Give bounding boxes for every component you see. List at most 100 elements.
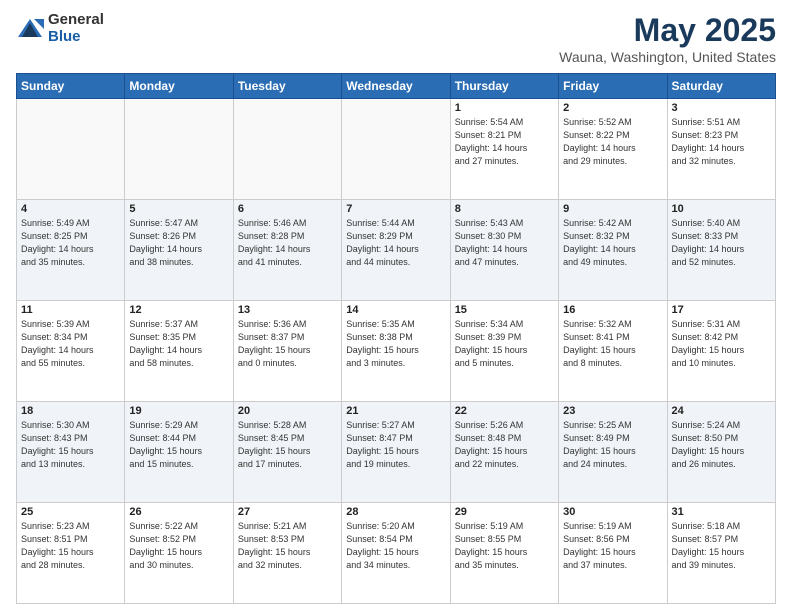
day-number: 1: [455, 102, 554, 114]
day-info: Sunrise: 5:29 AM Sunset: 8:44 PM Dayligh…: [129, 419, 228, 471]
day-number: 17: [672, 304, 771, 316]
table-row: 17 Sunrise: 5:31 AM Sunset: 8:42 PM Dayli…: [667, 301, 775, 402]
day-number: 27: [238, 506, 337, 518]
day-info: Sunrise: 5:37 AM Sunset: 8:35 PM Dayligh…: [129, 318, 228, 370]
day-number: 14: [346, 304, 445, 316]
day-info: Sunrise: 5:23 AM Sunset: 8:51 PM Dayligh…: [21, 520, 120, 572]
day-number: 6: [238, 203, 337, 215]
day-info: Sunrise: 5:51 AM Sunset: 8:23 PM Dayligh…: [672, 116, 771, 168]
col-tuesday: Tuesday: [233, 74, 341, 99]
day-number: 28: [346, 506, 445, 518]
day-info: Sunrise: 5:52 AM Sunset: 8:22 PM Dayligh…: [563, 116, 662, 168]
calendar-week-row: 4 Sunrise: 5:49 AM Sunset: 8:25 PM Daylig…: [17, 200, 776, 301]
table-row: 29Sunrise: 5:19 AM Sunset: 8:55 PM Dayli…: [450, 503, 558, 604]
day-number: 25: [21, 506, 120, 518]
day-number: 23: [563, 405, 662, 417]
day-number: 2: [563, 102, 662, 114]
day-info: Sunrise: 5:42 AM Sunset: 8:32 PM Dayligh…: [563, 217, 662, 269]
calendar-header-row: Sunday Monday Tuesday Wednesday Thursday…: [17, 74, 776, 99]
table-row: 13Sunrise: 5:36 AM Sunset: 8:37 PM Dayli…: [233, 301, 341, 402]
logo-icon: [16, 15, 44, 43]
day-number: 8: [455, 203, 554, 215]
table-row: 6 Sunrise: 5:46 AM Sunset: 8:28 PM Daylig…: [233, 200, 341, 301]
table-row: 9 Sunrise: 5:42 AM Sunset: 8:32 PM Daylig…: [559, 200, 667, 301]
day-info: Sunrise: 5:19 AM Sunset: 8:56 PM Dayligh…: [563, 520, 662, 572]
day-number: 4: [21, 203, 120, 215]
day-info: Sunrise: 5:34 AM Sunset: 8:39 PM Dayligh…: [455, 318, 554, 370]
table-row: 15Sunrise: 5:34 AM Sunset: 8:39 PM Dayli…: [450, 301, 558, 402]
day-number: 5: [129, 203, 228, 215]
table-row: 24 Sunrise: 5:24 AM Sunset: 8:50 PM Dayli…: [667, 402, 775, 503]
col-monday: Monday: [125, 74, 233, 99]
calendar-week-row: 25 Sunrise: 5:23 AM Sunset: 8:51 PM Dayli…: [17, 503, 776, 604]
table-row: 1 Sunrise: 5:54 AM Sunset: 8:21 PM Daylig…: [450, 99, 558, 200]
day-info: Sunrise: 5:54 AM Sunset: 8:21 PM Dayligh…: [455, 116, 554, 168]
table-row: 4 Sunrise: 5:49 AM Sunset: 8:25 PM Daylig…: [17, 200, 125, 301]
col-saturday: Saturday: [667, 74, 775, 99]
table-row: 21 Sunrise: 5:27 AM Sunset: 8:47 PM Dayli…: [342, 402, 450, 503]
day-info: Sunrise: 5:30 AM Sunset: 8:43 PM Dayligh…: [21, 419, 120, 471]
table-row: 2 Sunrise: 5:52 AM Sunset: 8:22 PM Daylig…: [559, 99, 667, 200]
day-info: Sunrise: 5:24 AM Sunset: 8:50 PM Dayligh…: [672, 419, 771, 471]
day-number: 29: [455, 506, 554, 518]
day-info: Sunrise: 5:18 AM Sunset: 8:57 PM Dayligh…: [672, 520, 771, 572]
day-info: Sunrise: 5:47 AM Sunset: 8:26 PM Dayligh…: [129, 217, 228, 269]
day-number: 30: [563, 506, 662, 518]
table-row: 25 Sunrise: 5:23 AM Sunset: 8:51 PM Dayli…: [17, 503, 125, 604]
day-number: 31: [672, 506, 771, 518]
table-row: 16 Sunrise: 5:32 AM Sunset: 8:41 PM Dayli…: [559, 301, 667, 402]
col-wednesday: Wednesday: [342, 74, 450, 99]
day-info: Sunrise: 5:20 AM Sunset: 8:54 PM Dayligh…: [346, 520, 445, 572]
day-number: 21: [346, 405, 445, 417]
table-row: 8 Sunrise: 5:43 AM Sunset: 8:30 PM Daylig…: [450, 200, 558, 301]
day-info: Sunrise: 5:39 AM Sunset: 8:34 PM Dayligh…: [21, 318, 120, 370]
table-row: [233, 99, 341, 200]
day-info: Sunrise: 5:46 AM Sunset: 8:28 PM Dayligh…: [238, 217, 337, 269]
table-row: 28 Sunrise: 5:20 AM Sunset: 8:54 PM Dayli…: [342, 503, 450, 604]
day-number: 20: [238, 405, 337, 417]
day-number: 22: [455, 405, 554, 417]
col-friday: Friday: [559, 74, 667, 99]
table-row: 14 Sunrise: 5:35 AM Sunset: 8:38 PM Dayli…: [342, 301, 450, 402]
day-info: Sunrise: 5:31 AM Sunset: 8:42 PM Dayligh…: [672, 318, 771, 370]
table-row: 26 Sunrise: 5:22 AM Sunset: 8:52 PM Dayli…: [125, 503, 233, 604]
day-number: 7: [346, 203, 445, 215]
header: General Blue May 2025 Wauna, Washington,…: [16, 12, 776, 65]
logo-blue-text: Blue: [48, 29, 104, 46]
day-number: 19: [129, 405, 228, 417]
day-info: Sunrise: 5:22 AM Sunset: 8:52 PM Dayligh…: [129, 520, 228, 572]
calendar-week-row: 1 Sunrise: 5:54 AM Sunset: 8:21 PM Daylig…: [17, 99, 776, 200]
day-info: Sunrise: 5:35 AM Sunset: 8:38 PM Dayligh…: [346, 318, 445, 370]
table-row: 5 Sunrise: 5:47 AM Sunset: 8:26 PM Daylig…: [125, 200, 233, 301]
day-number: 24: [672, 405, 771, 417]
table-row: 19 Sunrise: 5:29 AM Sunset: 8:44 PM Dayli…: [125, 402, 233, 503]
table-row: [342, 99, 450, 200]
day-info: Sunrise: 5:32 AM Sunset: 8:41 PM Dayligh…: [563, 318, 662, 370]
logo-general-text: General: [48, 12, 104, 29]
table-row: [17, 99, 125, 200]
day-number: 16: [563, 304, 662, 316]
day-number: 18: [21, 405, 120, 417]
table-row: 23Sunrise: 5:25 AM Sunset: 8:49 PM Dayli…: [559, 402, 667, 503]
day-info: Sunrise: 5:43 AM Sunset: 8:30 PM Dayligh…: [455, 217, 554, 269]
day-info: Sunrise: 5:27 AM Sunset: 8:47 PM Dayligh…: [346, 419, 445, 471]
table-row: 22 Sunrise: 5:26 AM Sunset: 8:48 PM Dayli…: [450, 402, 558, 503]
table-row: 31 Sunrise: 5:18 AM Sunset: 8:57 PM Dayli…: [667, 503, 775, 604]
table-row: 11 Sunrise: 5:39 AM Sunset: 8:34 PM Dayli…: [17, 301, 125, 402]
day-info: Sunrise: 5:49 AM Sunset: 8:25 PM Dayligh…: [21, 217, 120, 269]
main-title: May 2025: [559, 12, 776, 49]
table-row: 10Sunrise: 5:40 AM Sunset: 8:33 PM Dayli…: [667, 200, 775, 301]
calendar-week-row: 18 Sunrise: 5:30 AM Sunset: 8:43 PM Dayli…: [17, 402, 776, 503]
day-info: Sunrise: 5:21 AM Sunset: 8:53 PM Dayligh…: [238, 520, 337, 572]
table-row: 20Sunrise: 5:28 AM Sunset: 8:45 PM Dayli…: [233, 402, 341, 503]
day-info: Sunrise: 5:26 AM Sunset: 8:48 PM Dayligh…: [455, 419, 554, 471]
logo: General Blue: [16, 12, 104, 45]
day-number: 26: [129, 506, 228, 518]
logo-text: General Blue: [48, 12, 104, 45]
day-number: 11: [21, 304, 120, 316]
col-thursday: Thursday: [450, 74, 558, 99]
day-info: Sunrise: 5:36 AM Sunset: 8:37 PM Dayligh…: [238, 318, 337, 370]
day-number: 12: [129, 304, 228, 316]
day-number: 9: [563, 203, 662, 215]
table-row: 30 Sunrise: 5:19 AM Sunset: 8:56 PM Dayli…: [559, 503, 667, 604]
